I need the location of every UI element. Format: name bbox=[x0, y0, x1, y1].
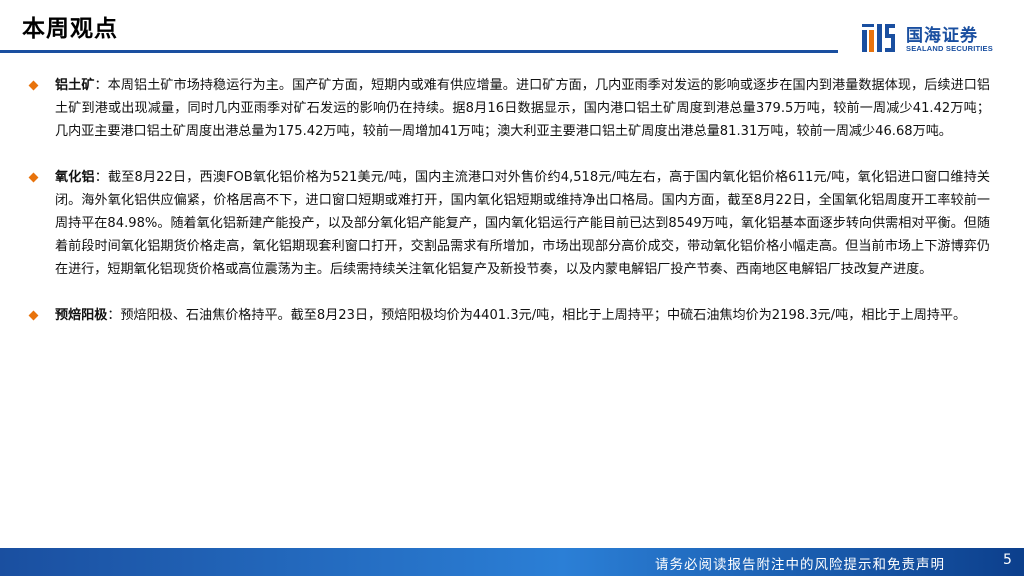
logo-chinese-name: 国海证券 bbox=[906, 26, 978, 46]
section-lead: 氧化铝 bbox=[55, 170, 95, 185]
page-number: 5 bbox=[1003, 552, 1012, 568]
content-body: 铝土矿：本周铝土矿市场持稳运行为主。国产矿方面，短期内或难有供应增量。进口矿方面… bbox=[28, 74, 990, 350]
footer-bar: 请务必阅读报告附注中的风险提示和免责声明 5 bbox=[0, 548, 1024, 576]
section-body: ：预焙阳极、石油焦价格持平。截至8月23日，预焙阳极均价为4401.3元/吨，相… bbox=[107, 308, 967, 323]
section-body: ：本周铝土矿市场持稳运行为主。国产矿方面，短期内或难有供应增量。进口矿方面，几内… bbox=[55, 78, 991, 139]
section-bauxite: 铝土矿：本周铝土矿市场持稳运行为主。国产矿方面，短期内或难有供应增量。进口矿方面… bbox=[28, 74, 990, 143]
bullet-diamond-icon bbox=[28, 80, 39, 91]
sealand-logo-icon bbox=[862, 24, 895, 52]
section-body: ：截至8月22日，西澳FOB氧化铝价格为521美元/吨，国内主流港口对外售价约4… bbox=[55, 170, 991, 277]
company-logo: 国海证券 SEALAND SECURITIES bbox=[860, 20, 1010, 56]
footer-disclaimer: 请务必阅读报告附注中的风险提示和免责声明 bbox=[655, 557, 945, 573]
section-prebaked-anode: 预焙阳极：预焙阳极、石油焦价格持平。截至8月23日，预焙阳极均价为4401.3元… bbox=[28, 304, 990, 327]
page-title: 本周观点 bbox=[22, 16, 118, 42]
logo-english-name: SEALAND SECURITIES bbox=[906, 44, 993, 53]
section-alumina: 氧化铝：截至8月22日，西澳FOB氧化铝价格为521美元/吨，国内主流港口对外售… bbox=[28, 166, 990, 281]
section-lead: 预焙阳极 bbox=[55, 308, 108, 323]
section-lead: 铝土矿 bbox=[55, 78, 95, 93]
bullet-diamond-icon bbox=[28, 172, 39, 183]
bullet-diamond-icon bbox=[28, 310, 39, 321]
title-underline bbox=[0, 50, 838, 53]
